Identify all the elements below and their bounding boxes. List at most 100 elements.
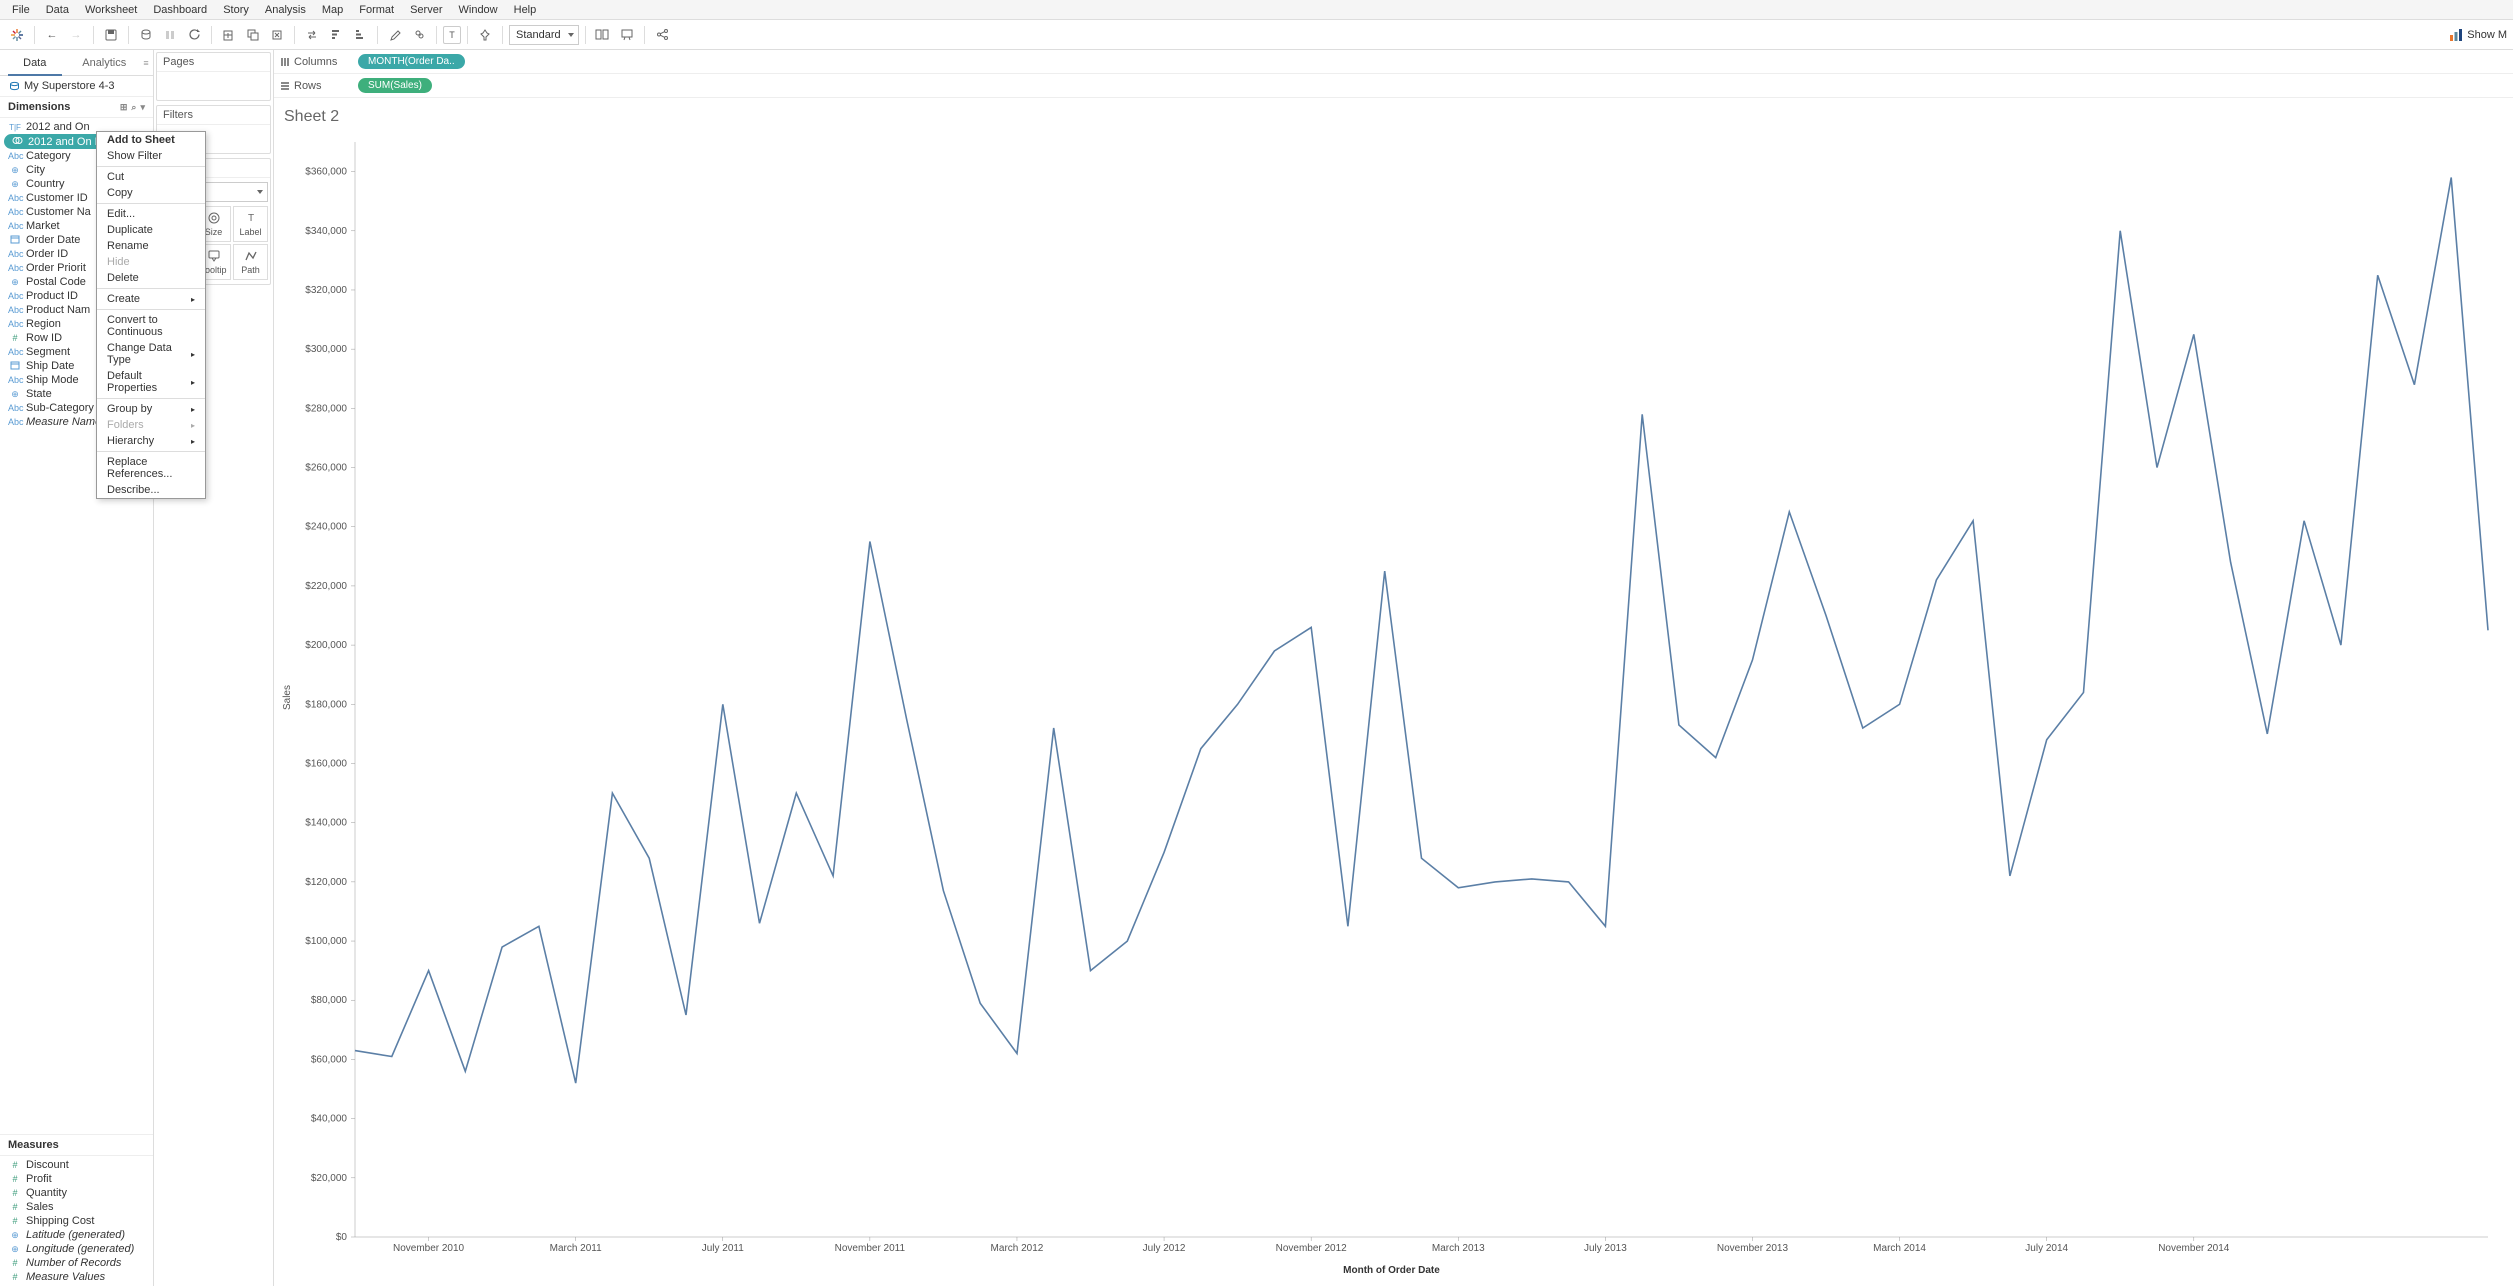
measure-field[interactable]: ⊕Latitude (generated) (0, 1228, 153, 1242)
menu-item: Hide (97, 254, 205, 270)
new-datasource-icon[interactable] (135, 24, 157, 46)
svg-text:July 2013: July 2013 (1584, 1243, 1627, 1254)
menu-item[interactable]: Rename (97, 238, 205, 254)
rows-pill[interactable]: SUM(Sales) (358, 78, 432, 93)
svg-text:$120,000: $120,000 (305, 877, 347, 888)
menu-item[interactable]: Duplicate (97, 222, 205, 238)
measure-field[interactable]: ⊕Longitude (generated) (0, 1242, 153, 1256)
view-as-icon[interactable]: ⊞ (120, 102, 128, 113)
menu-data[interactable]: Data (38, 4, 77, 16)
menu-item[interactable]: Add to Sheet (97, 132, 205, 148)
svg-text:$200,000: $200,000 (305, 640, 347, 651)
tab-options-icon[interactable]: ≡ (139, 50, 153, 75)
rows-shelf[interactable]: Rows SUM(Sales) (274, 74, 2513, 98)
svg-text:$160,000: $160,000 (305, 758, 347, 769)
worksheet-area: Columns MONTH(Order Da.. Rows SUM(Sales)… (274, 50, 2513, 1286)
measure-field[interactable]: #Sales (0, 1200, 153, 1214)
measure-field[interactable]: #Number of Records (0, 1256, 153, 1270)
menu-item: Folders▸ (97, 417, 205, 433)
menu-item[interactable]: Copy (97, 185, 205, 201)
mark-path-button[interactable]: Path (233, 244, 268, 280)
measure-field[interactable]: #Profit (0, 1172, 153, 1186)
menu-item[interactable]: Edit... (97, 206, 205, 222)
presentation-icon[interactable] (616, 24, 638, 46)
menu-window[interactable]: Window (451, 4, 506, 16)
fit-select[interactable]: Standard (509, 25, 579, 45)
svg-text:$240,000: $240,000 (305, 522, 347, 533)
menu-item[interactable]: Hierarchy▸ (97, 433, 205, 449)
svg-text:March 2014: March 2014 (1873, 1243, 1926, 1254)
back-icon[interactable]: ← (41, 24, 63, 46)
forward-icon[interactable]: → (65, 24, 87, 46)
svg-text:March 2011: March 2011 (550, 1243, 603, 1254)
svg-text:July 2014: July 2014 (2025, 1243, 2068, 1254)
svg-text:$180,000: $180,000 (305, 699, 347, 710)
menu-format[interactable]: Format (351, 4, 402, 16)
sort-desc-icon[interactable] (349, 24, 371, 46)
menu-dashboard[interactable]: Dashboard (145, 4, 215, 16)
svg-text:$360,000: $360,000 (305, 167, 347, 178)
svg-text:November 2014: November 2014 (2158, 1243, 2230, 1254)
datasource-icon (8, 80, 20, 92)
pause-icon[interactable] (159, 24, 181, 46)
measure-field[interactable]: #Measure Values (0, 1270, 153, 1284)
toolbar: ← → T Standard Show M (0, 20, 2513, 50)
group-icon[interactable] (408, 24, 430, 46)
menu-item[interactable]: Change Data Type▸ (97, 340, 205, 368)
datasource-item[interactable]: My Superstore 4-3 (0, 76, 153, 96)
menu-item[interactable]: Create▸ (97, 291, 205, 307)
svg-text:July 2011: July 2011 (702, 1243, 745, 1254)
svg-text:$300,000: $300,000 (305, 344, 347, 355)
menu-server[interactable]: Server (402, 4, 450, 16)
clear-icon[interactable] (266, 24, 288, 46)
show-me-button[interactable]: Show M (2449, 28, 2507, 42)
menu-file[interactable]: File (4, 4, 38, 16)
measure-field[interactable]: #Discount (0, 1158, 153, 1172)
label-icon[interactable]: T (443, 26, 461, 44)
svg-text:T: T (247, 213, 253, 224)
line-chart[interactable]: $0$20,000$40,000$60,000$80,000$100,000$1… (295, 134, 2503, 1261)
menu-item[interactable]: Default Properties▸ (97, 368, 205, 396)
svg-text:$260,000: $260,000 (305, 463, 347, 474)
menu-worksheet[interactable]: Worksheet (77, 4, 145, 16)
measure-field[interactable]: #Shipping Cost (0, 1214, 153, 1228)
columns-pill[interactable]: MONTH(Order Da.. (358, 54, 465, 69)
menu-item[interactable]: Describe... (97, 482, 205, 498)
swap-icon[interactable] (301, 24, 323, 46)
show-cards-icon[interactable] (592, 24, 614, 46)
duplicate-icon[interactable] (242, 24, 264, 46)
menu-item[interactable]: Replace References... (97, 454, 205, 482)
menu-item[interactable]: Convert to Continuous (97, 312, 205, 340)
menu-icon[interactable]: ▾ (140, 102, 145, 113)
mark-label-button[interactable]: TLabel (233, 206, 268, 242)
menu-item[interactable]: Show Filter (97, 148, 205, 164)
save-icon[interactable] (100, 24, 122, 46)
analytics-tab[interactable]: Analytics (70, 50, 140, 75)
menu-help[interactable]: Help (506, 4, 545, 16)
y-axis-label: Sales (280, 685, 295, 710)
svg-text:$0: $0 (336, 1232, 348, 1243)
data-tab[interactable]: Data (0, 50, 70, 75)
columns-shelf[interactable]: Columns MONTH(Order Da.. (274, 50, 2513, 74)
new-worksheet-icon[interactable] (218, 24, 240, 46)
highlight-icon[interactable] (384, 24, 406, 46)
refresh-icon[interactable] (183, 24, 205, 46)
menu-item[interactable]: Delete (97, 270, 205, 286)
menu-story[interactable]: Story (215, 4, 257, 16)
sheet-title[interactable]: Sheet 2 (280, 104, 2503, 134)
menu-map[interactable]: Map (314, 4, 351, 16)
pin-icon[interactable] (474, 24, 496, 46)
sort-asc-icon[interactable] (325, 24, 347, 46)
menu-analysis[interactable]: Analysis (257, 4, 314, 16)
svg-text:July 2012: July 2012 (1143, 1243, 1186, 1254)
find-field-icon[interactable]: ⌕ (131, 102, 136, 113)
svg-text:$280,000: $280,000 (305, 403, 347, 414)
share-icon[interactable] (651, 24, 673, 46)
measure-field[interactable]: #Quantity (0, 1186, 153, 1200)
svg-text:$40,000: $40,000 (311, 1114, 348, 1125)
menu-item[interactable]: Group by▸ (97, 401, 205, 417)
svg-text:$60,000: $60,000 (311, 1054, 348, 1065)
svg-text:$320,000: $320,000 (305, 285, 347, 296)
pages-card[interactable]: Pages (156, 52, 271, 101)
menu-item[interactable]: Cut (97, 169, 205, 185)
